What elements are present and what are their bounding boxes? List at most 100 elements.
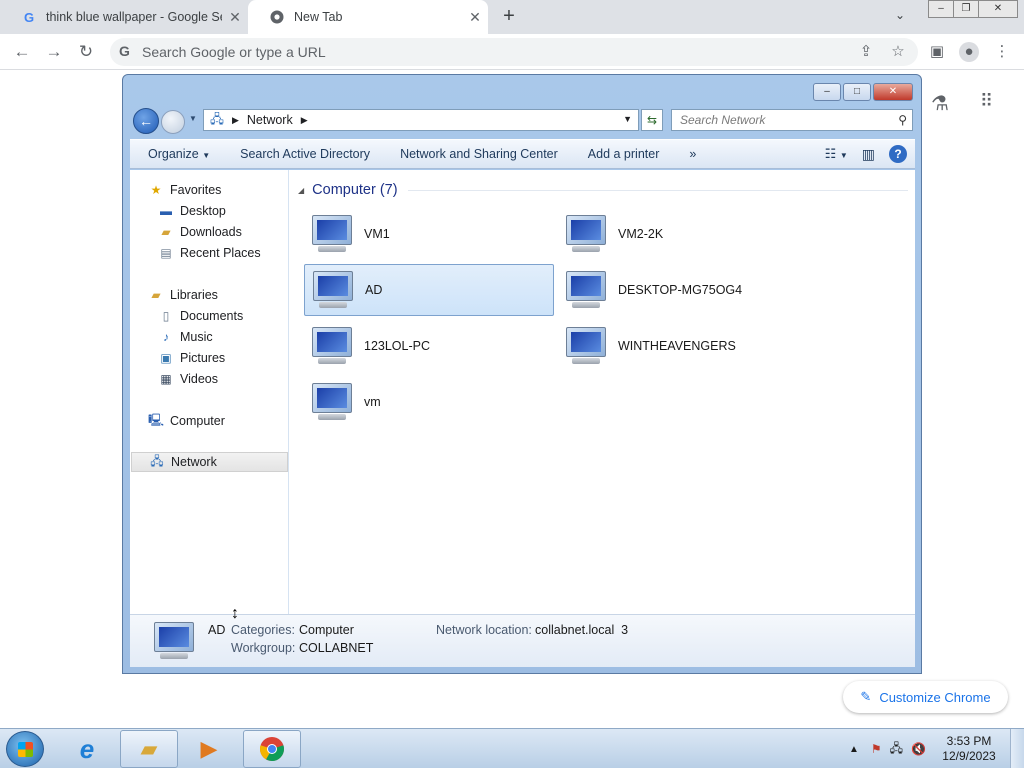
computer-name: VM1 [364,227,390,241]
omnibox[interactable]: G Search Google or type a URL [110,38,918,66]
categories-label: Categories: [231,623,295,637]
details-pane: AD Categories: Computer Workgroup: COLLA… [130,614,915,667]
address-dropdown-icon[interactable]: ▼ [623,114,632,124]
change-view-icon[interactable]: ☷ ▼ [825,146,848,162]
nav-documents[interactable]: ▯ Documents [158,306,244,326]
desktop-icon: ▬ [160,204,172,218]
close-tab-icon[interactable]: ✕ [222,9,248,26]
nav-pictures[interactable]: ▣ Pictures [158,348,225,368]
organize-button[interactable]: Organize ▼ [130,147,225,161]
search-active-directory-button[interactable]: Search Active Directory [225,147,385,161]
libraries-icon: ▰ [151,288,161,302]
computer-name: 123LOL-PC [364,339,431,353]
side-panel-icon[interactable]: ▣ [927,42,947,62]
document-icon: ▯ [162,309,170,323]
tab-google-search[interactable]: G think blue wallpaper - Google Se ✕ [0,0,248,34]
computer-item[interactable]: DESKTOP-MG75OG4 [558,264,808,316]
nav-network[interactable]: 🖧 Network [131,452,288,472]
share-icon[interactable]: ⇪ [856,42,876,62]
explorer-body: ★ Favorites ▬ Desktop ▰ Downloads ▤ Rece… [130,170,915,614]
explorer-minimize-button[interactable]: – [813,83,841,101]
tab-new-tab[interactable]: New Tab ✕ [248,0,488,34]
video-film-icon: ▦ [160,372,172,386]
tab-title: New Tab [294,10,343,24]
recent-places-icon: ▤ [160,246,172,260]
group-header-computer[interactable]: ◢ Computer (7) [298,180,908,200]
preview-pane-icon[interactable]: ▥ [862,146,875,163]
customize-chrome-button[interactable]: ✎ Customize Chrome [843,681,1008,713]
computer-item[interactable]: VM2-2K [558,208,808,260]
workgroup-label: Workgroup: [231,641,296,655]
back-arrow-icon[interactable]: ← [10,40,34,64]
address-bar[interactable]: 🖧 ▶ Network ▶ ▼ [203,109,639,131]
media-player-icon[interactable]: ▶ [180,730,238,768]
computer-item[interactable]: WINTHEAVENGERS [558,320,808,372]
history-dropdown-icon[interactable]: ▼ [189,114,197,123]
close-tab-icon[interactable]: ✕ [462,9,488,26]
network-tray-icon[interactable]: 🖧 [890,739,903,760]
nav-music[interactable]: ♪ Music [158,327,213,347]
explorer-taskbar-icon[interactable]: ▰ [120,730,178,768]
menu-kebab-icon[interactable]: ⋮ [992,42,1012,62]
new-tab-button[interactable]: + [496,5,522,28]
computer-icon [562,325,610,367]
google-icon: G [119,43,130,59]
nav-computer[interactable]: 🖳 Computer [148,411,225,431]
explorer-forward-button[interactable] [161,110,185,134]
show-desktop-button[interactable] [1010,729,1024,768]
start-button[interactable] [6,731,44,767]
chrome-taskbar-icon[interactable] [243,730,301,768]
computer-icon [562,269,610,311]
explorer-back-button[interactable]: ← [133,108,159,134]
close-window-button[interactable]: ✕ [978,0,1018,18]
clock[interactable]: 3:53 PM 12/9/2023 [934,734,1004,764]
network-location-label: Network location: [436,623,532,637]
taskbar: e ▰ ▶ ▲ ⚑ 🖧 🔇 3:53 PM 12/9/2023 [0,728,1024,768]
computer-name: DESKTOP-MG75OG4 [618,283,743,297]
breadcrumb-network[interactable]: Network [247,113,293,127]
nav-desktop[interactable]: ▬ Desktop [158,201,226,221]
nav-favorites[interactable]: ★ Favorites [148,180,222,200]
add-printer-button[interactable]: Add a printer [573,147,675,161]
star-icon: ★ [150,183,162,197]
network-icon: 🖧 [150,453,164,468]
computer-item[interactable]: 123LOL-PC [304,320,554,372]
minimize-button[interactable]: – [928,0,954,18]
tab-search-icon[interactable]: ⌄ [895,8,905,22]
show-hidden-icons[interactable]: ▲ [849,744,859,755]
categories-value: Computer [299,623,354,637]
more-commands-button[interactable]: » [674,147,711,161]
help-icon[interactable]: ? [889,145,907,163]
refresh-icon[interactable]: ⇆ [641,109,663,131]
volume-muted-icon[interactable]: 🔇 [911,742,926,756]
bookmark-star-icon[interactable]: ☆ [888,42,908,62]
computer-item-selected[interactable]: AD [304,264,554,316]
profile-avatar-icon[interactable]: ● [959,42,979,62]
explorer-close-button[interactable]: ✕ [873,83,913,101]
tab-strip: G think blue wallpaper - Google Se ✕ New… [0,0,1024,34]
network-sharing-center-button[interactable]: Network and Sharing Center [385,147,573,161]
computer-item[interactable]: VM1 [304,208,554,260]
computer-icon [308,325,356,367]
nav-libraries[interactable]: ▰ Libraries [148,285,218,305]
apps-grid-icon[interactable]: ⠿ [980,91,993,112]
labs-flask-icon[interactable]: ⚗ [931,91,949,116]
nav-downloads[interactable]: ▰ Downloads [158,222,241,242]
computer-item[interactable]: vm [304,376,554,428]
omnibox-placeholder: Search Google or type a URL [142,44,326,60]
details-name: AD [208,623,226,637]
chrome-icon [270,10,284,24]
search-network-input[interactable]: Search Network ⚲ [671,109,913,131]
command-bar: Organize ▼ Search Active Directory Netwo… [130,139,915,169]
nav-videos[interactable]: ▦ Videos [158,369,218,389]
reload-icon[interactable]: ↻ [74,40,98,64]
workgroup-value: COLLABNET [299,641,374,655]
nav-recent-places[interactable]: ▤ Recent Places [158,243,260,263]
explorer-maximize-button[interactable]: □ [843,83,871,101]
internet-explorer-icon[interactable]: e [58,730,116,768]
restore-button[interactable]: ❐ [953,0,979,18]
content-pane: ◢ Computer (7) VM1 VM2-2K AD DESKTOP-MG7… [290,170,915,614]
forward-arrow-icon[interactable]: → [42,40,66,64]
collapse-triangle-icon: ◢ [298,185,305,195]
action-center-flag-icon[interactable]: ⚑ [871,742,882,756]
